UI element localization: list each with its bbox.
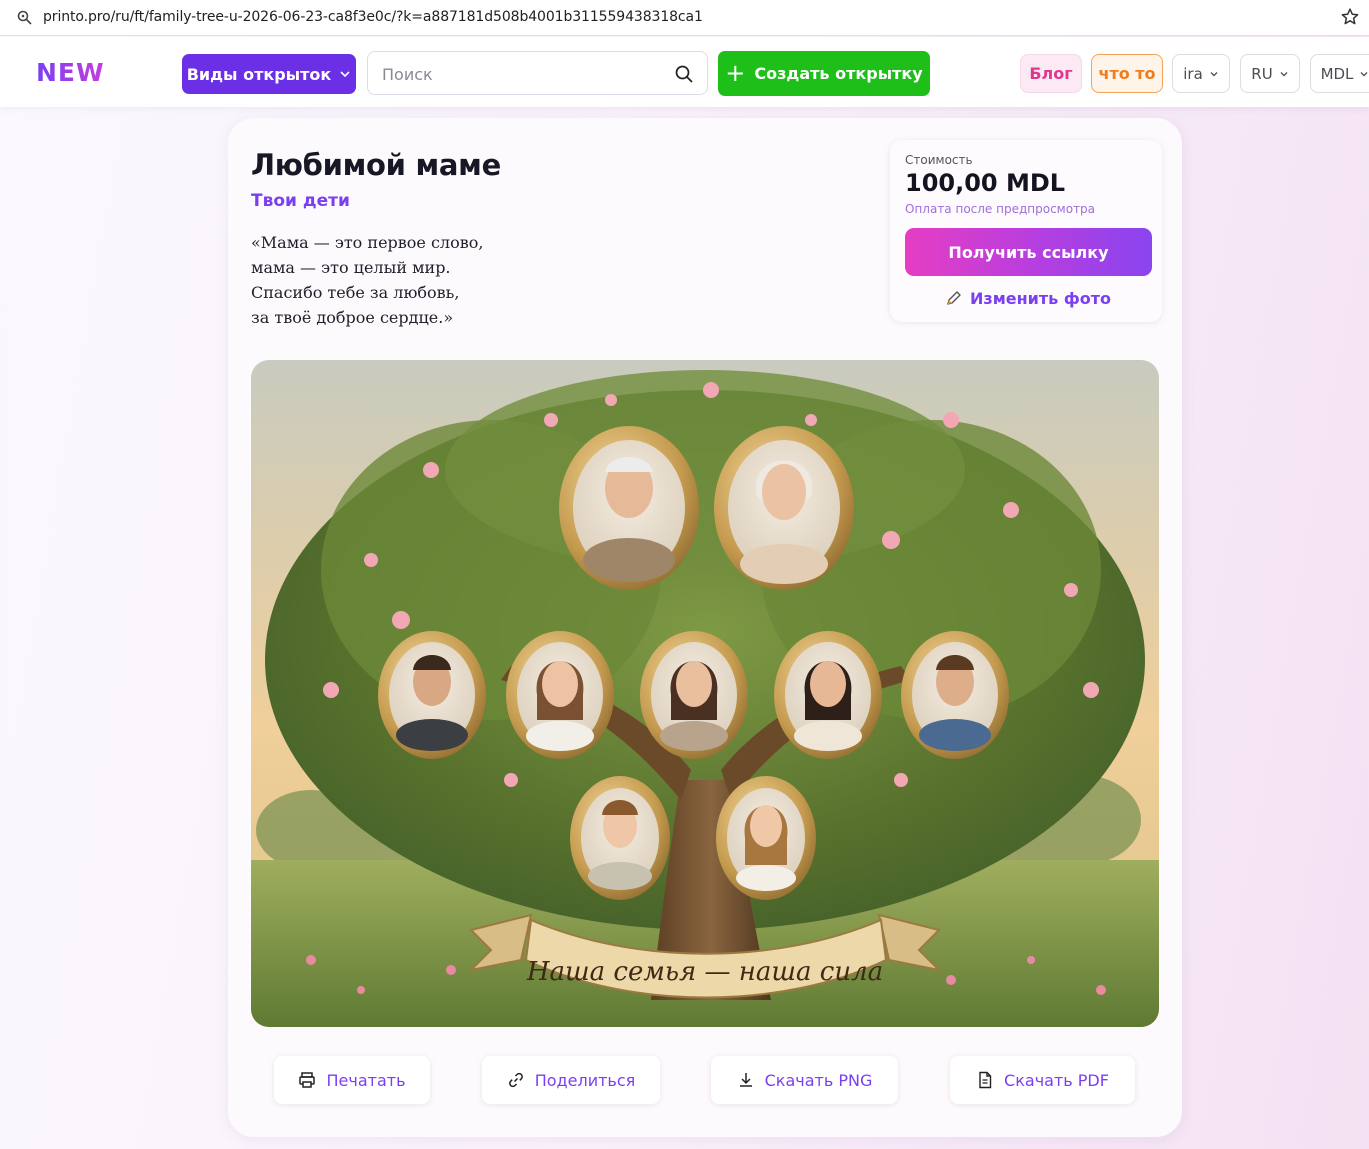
family-tree-image: Наша семья — наша сила [251,360,1159,1027]
download-icon [739,1073,752,1087]
portrait-daughter-1 [506,631,614,759]
site-header: NEW Виды открыток + Создать открытку Бло… [0,37,1369,107]
card-poem: «Мама — это первое слово, мама — это цел… [251,230,483,330]
download-pdf-button[interactable]: Скачать PDF [950,1056,1135,1104]
link-icon [508,1072,523,1088]
browser-url-bar: printo.pro/ru/ft/family-tree-u-2026-06-2… [0,0,1369,36]
card-types-dropdown-button[interactable]: Виды открыток [182,54,356,94]
banner-text: Наша семья — наша сила [526,957,883,987]
poem-line: «Мама — это первое слово, [251,233,484,252]
chevron-down-icon [1210,71,1218,76]
card-types-label: Виды открыток [186,64,332,84]
poem-line: Спасибо тебе за любовь, [251,283,460,302]
currency-value: MDL [1320,64,1354,83]
portrait-daughter-2 [640,631,748,759]
price-label: Стоимость [905,153,973,167]
create-card-button[interactable]: + Создать открытку [718,51,930,96]
bookmark-star-icon[interactable] [1340,7,1360,27]
language-select[interactable]: RU [1240,54,1300,93]
share-label: Поделиться [534,1070,636,1090]
search-box [367,51,708,95]
document-icon [979,1071,992,1089]
price-panel: Стоимость 100,00 MDL Оплата после предпр… [890,140,1162,322]
price-value: 100,00 MDL [905,169,1066,197]
card-subtitle: Твои дети [251,191,350,211]
chevron-down-icon [1280,71,1288,76]
price-note: Оплата после предпросмотра [905,202,1096,216]
portrait-grandfather [559,426,699,590]
search-icon[interactable] [674,64,694,84]
url-text[interactable]: printo.pro/ru/ft/family-tree-u-2026-06-2… [43,9,703,25]
portrait-son-1 [378,631,486,759]
edit-photo-button[interactable]: Изменить фото [905,286,1152,310]
chto-to-link[interactable]: что то [1091,54,1163,93]
card-title: Любимой маме [251,148,501,182]
share-button[interactable]: Поделиться [482,1056,660,1104]
plus-icon: + [725,58,746,87]
printer-icon [299,1072,316,1088]
user-menu[interactable]: ira [1172,54,1230,93]
user-name: ira [1183,64,1203,83]
chevron-down-icon [1360,71,1368,76]
chevron-down-icon [340,71,350,78]
get-link-button[interactable]: Получить ссылку [905,228,1152,276]
portrait-daughter-3 [774,631,882,759]
language-value: RU [1251,64,1273,83]
search-input[interactable] [382,63,662,85]
print-button[interactable]: Печатать [274,1056,430,1104]
portrait-grandson [570,776,670,900]
download-png-label: Скачать PNG [764,1070,873,1090]
pencil-icon [947,291,961,305]
site-info-icon[interactable] [16,9,34,27]
download-png-button[interactable]: Скачать PNG [711,1056,898,1104]
portrait-grandmother [714,426,854,590]
postcard-artwork: Наша семья — наша сила [251,360,1159,1027]
poem-line: мама — это целый мир. [251,258,451,277]
create-card-label: Создать открытку [754,64,923,83]
blog-link[interactable]: Блог [1020,54,1082,93]
portrait-son-2 [901,631,1009,759]
portrait-granddaughter [716,776,816,900]
print-label: Печатать [326,1070,406,1090]
edit-photo-label: Изменить фото [970,288,1111,308]
download-pdf-label: Скачать PDF [1004,1070,1109,1090]
currency-select[interactable]: MDL [1310,54,1369,93]
poem-line: за твоё доброе сердце.» [251,308,454,327]
logo[interactable]: NEW [36,58,105,87]
postcard-card: Любимой маме Твои дети «Мама — это перво… [228,118,1182,1137]
